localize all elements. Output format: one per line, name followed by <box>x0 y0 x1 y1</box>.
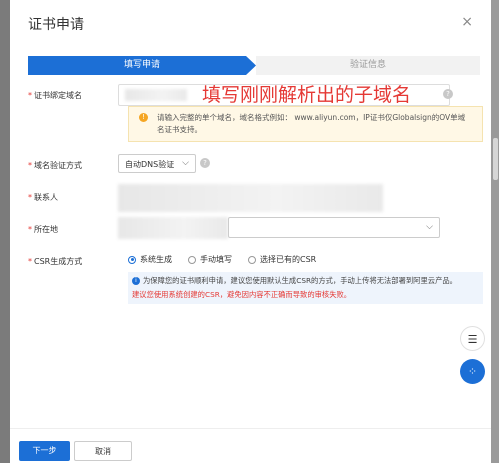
radio-existing-csr[interactable]: 选择已有的CSR <box>248 254 316 265</box>
radio-manual-input[interactable]: 手动填写 <box>188 254 232 265</box>
domain-notice: ! 请输入完整的单个域名，域名格式例如： www.aliyun.com，IP证书… <box>128 106 483 142</box>
chevron-down-icon: ⌵ <box>426 222 433 232</box>
notice-line-2: 名证书支持。 <box>157 125 202 134</box>
help-icon[interactable]: ? <box>200 158 210 168</box>
contact-label: * 联系人 <box>28 193 58 202</box>
blurred-value <box>125 89 187 101</box>
next-button[interactable]: 下一步 <box>19 441 70 461</box>
domain-label: * 证书绑定域名 <box>28 91 82 100</box>
csr-label: * CSR生成方式 <box>28 257 83 266</box>
required-mark: * <box>28 225 32 234</box>
radio-checked-icon <box>128 255 136 264</box>
notice-line-1: 请输入完整的单个域名，域名格式例如： www.aliyun.com，IP证书仅G… <box>157 113 466 122</box>
csr-info-box: i 为保障您的证书顺利申请，建议您使用默认生成CSR的方式，手动上传将无法部署到… <box>128 272 483 304</box>
info-icon: i <box>132 277 140 285</box>
warning-icon: ! <box>139 113 148 122</box>
verify-method-select[interactable]: 自动DNS验证 ⌵ <box>118 154 196 173</box>
annotation-text: 填写刚刚解析出的子域名 <box>202 84 412 106</box>
background-left <box>0 0 10 463</box>
background-right <box>491 0 499 463</box>
radio-unchecked-icon <box>248 255 256 264</box>
apps-icon[interactable]: ⁘ <box>460 359 485 384</box>
radio-unchecked-icon <box>188 255 196 264</box>
required-mark: * <box>28 257 32 266</box>
required-mark: * <box>28 193 32 202</box>
csr-info-line-2: 建议您使用系统创建的CSR，避免因内容不正确而导致的审核失败。 <box>132 290 352 299</box>
chevron-down-icon: ⌵ <box>182 158 189 168</box>
close-icon[interactable]: × <box>461 14 473 30</box>
dialog-title: 证书申请 <box>28 17 84 33</box>
cancel-button[interactable]: 取消 <box>74 441 132 461</box>
footer-divider <box>10 428 491 429</box>
required-mark: * <box>28 91 32 100</box>
step-indicator: 填写申请 验证信息 <box>28 56 480 75</box>
help-icon[interactable]: ? <box>443 89 453 99</box>
location-city-select[interactable]: ⌵ <box>228 217 440 238</box>
csr-info-line-1: 为保障您的证书顺利申请，建议您使用默认生成CSR的方式，手动上传将无法部署到阿里… <box>143 276 457 285</box>
verify-method-label: * 域名验证方式 <box>28 161 82 170</box>
location-label: * 所在地 <box>28 225 58 234</box>
contact-select-blurred[interactable] <box>118 184 383 212</box>
page-scrollbar[interactable] <box>493 138 498 180</box>
verify-method-value: 自动DNS验证 <box>125 160 175 169</box>
required-mark: * <box>28 161 32 170</box>
step-verify-info: 验证信息 <box>256 56 480 75</box>
radio-system-generate[interactable]: 系统生成 <box>128 254 172 265</box>
step-fill-application: 填写申请 <box>28 56 256 75</box>
chat-icon[interactable]: ☰ <box>460 326 485 351</box>
certificate-dialog: 证书申请 × 填写申请 验证信息 * 证书绑定域名 填写刚刚解析出的子域名 ? !… <box>10 0 491 463</box>
location-province-blurred[interactable] <box>118 217 228 239</box>
